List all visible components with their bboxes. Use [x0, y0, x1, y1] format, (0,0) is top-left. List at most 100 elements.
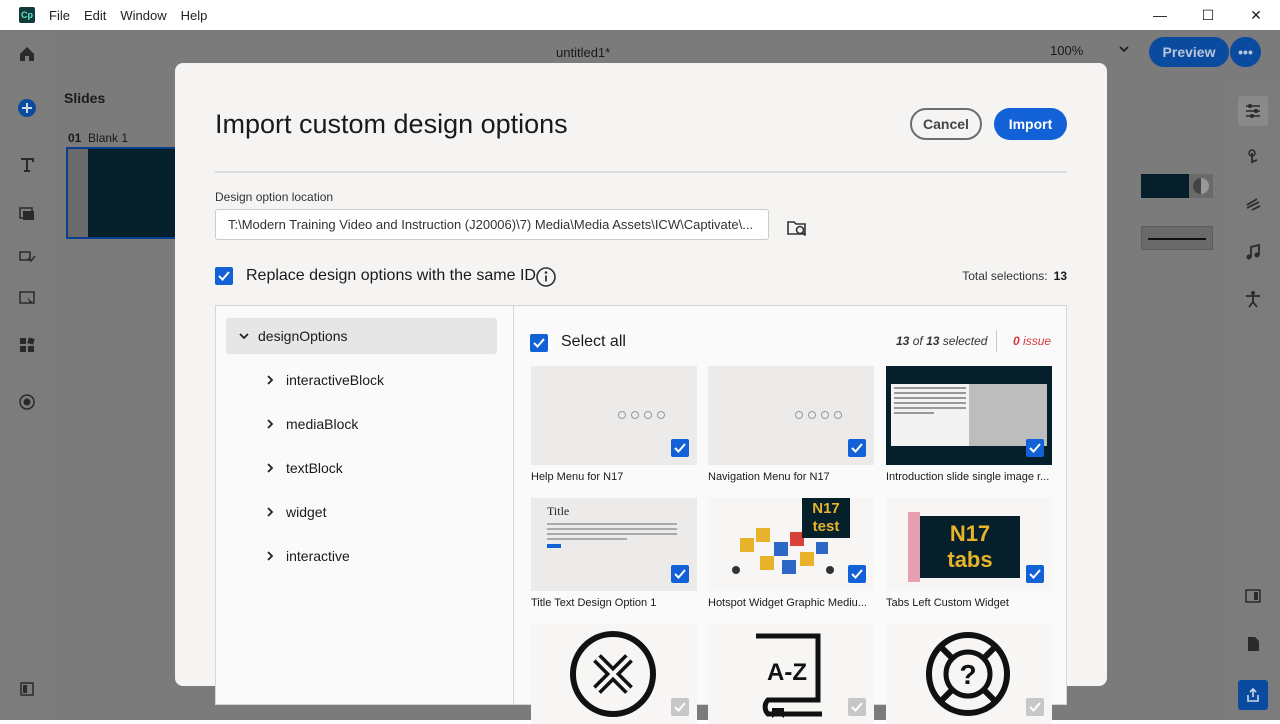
maximize-button[interactable]: ☐ [1184, 0, 1232, 30]
select-all-checkbox[interactable] [530, 334, 548, 352]
badge-line-2: test [812, 518, 840, 535]
text-icon[interactable] [16, 154, 38, 176]
card-checkbox[interactable] [848, 439, 866, 457]
tree-item-interactive[interactable]: interactive [262, 546, 350, 566]
menu-dots [795, 411, 842, 419]
zoom-level[interactable]: 100% [1050, 43, 1083, 58]
more-options-button[interactable]: ••• [1230, 37, 1261, 67]
stroke-style-picker[interactable] [1141, 226, 1213, 250]
info-icon[interactable] [535, 266, 557, 288]
card-caption: Introduction slide single image r... [886, 471, 1050, 483]
select-all-label: Select all [561, 333, 626, 350]
slide-thumb-label: 01 Blank 1 [68, 131, 128, 145]
card-thumbnail [708, 366, 874, 465]
widget-icon[interactable] [16, 287, 38, 309]
design-card[interactable]: Help Menu for N17 [531, 366, 697, 483]
selected-of: of [912, 334, 923, 348]
total-label: Total selections: [962, 269, 1048, 283]
interactions-touch-icon[interactable] [1242, 146, 1264, 168]
media-icon[interactable] [16, 202, 38, 224]
chevron-right-icon[interactable] [262, 460, 278, 476]
design-card[interactable] [531, 624, 697, 724]
thumb-title: Title [547, 504, 570, 518]
chevron-right-icon[interactable] [262, 504, 278, 520]
assets-icon[interactable] [16, 334, 38, 356]
card-checkbox[interactable] [848, 565, 866, 583]
n17-test-badge: N17 test [802, 498, 850, 538]
replace-checkbox[interactable] [215, 267, 233, 285]
issue-count[interactable]: 0 issue [1013, 334, 1051, 348]
card-checkbox[interactable] [848, 698, 866, 716]
card-caption: Navigation Menu for N17 [708, 471, 830, 483]
badge-line-2: tabs [947, 547, 993, 572]
browse-folder-icon[interactable] [786, 217, 808, 239]
issue-label: issue [1023, 334, 1052, 348]
design-card[interactable]: ? [886, 624, 1052, 724]
properties-icon[interactable] [1238, 96, 1268, 126]
slide-number: 01 [68, 131, 82, 145]
home-icon[interactable] [16, 43, 38, 65]
dialog-title: Import custom design options [215, 109, 568, 139]
opacity-swatch[interactable] [1189, 174, 1213, 198]
chevron-down-icon[interactable] [236, 328, 252, 344]
chevron-right-icon[interactable] [262, 372, 278, 388]
menu-help[interactable]: Help [181, 8, 208, 23]
total-selections: Total selections: 13 [962, 269, 1067, 283]
location-field[interactable]: T:\Modern Training Video and Instruction… [215, 209, 769, 240]
right-toolbar [1228, 80, 1278, 720]
menu-bar: File Edit Window Help [49, 8, 221, 23]
slide-thumbnail[interactable] [66, 147, 186, 239]
animation-icon[interactable] [1242, 193, 1264, 215]
tree-root-designoptions[interactable]: designOptions [226, 318, 497, 354]
document-title: untitled1* [556, 45, 611, 60]
slide-layout-icon[interactable] [1242, 585, 1264, 607]
minimize-button[interactable]: — [1136, 0, 1184, 30]
record-icon[interactable] [16, 391, 38, 413]
svg-text:?: ? [959, 659, 976, 690]
tree-item-interactiveblock[interactable]: interactiveBlock [262, 370, 384, 390]
slides-panel-title: Slides [64, 90, 106, 106]
card-thumbnail: ? [886, 624, 1052, 724]
menu-window[interactable]: Window [120, 8, 166, 23]
card-checkbox[interactable] [1026, 439, 1044, 457]
fill-color-swatch[interactable] [1141, 174, 1189, 198]
audio-icon[interactable] [1242, 241, 1264, 263]
tree-item-widget[interactable]: widget [262, 502, 326, 522]
menu-file[interactable]: File [49, 8, 70, 23]
design-card[interactable]: Title Title Text Design Option 1 [531, 498, 697, 609]
tree-item-textblock[interactable]: textBlock [262, 458, 343, 478]
card-checkbox[interactable] [671, 698, 689, 716]
selected-total: 13 [926, 334, 940, 348]
interaction-icon[interactable] [16, 244, 38, 266]
import-button[interactable]: Import [994, 108, 1067, 140]
zoom-chevron-icon[interactable] [1118, 43, 1130, 58]
count-separator [996, 330, 997, 352]
thumb-body-lines [547, 520, 677, 548]
panel-toggle-icon[interactable] [16, 678, 38, 700]
design-card[interactable]: Navigation Menu for N17 [708, 366, 874, 483]
selected-count: 13 of 13 selected [896, 334, 987, 348]
design-card[interactable]: A-Z [708, 624, 874, 724]
add-icon[interactable] [16, 97, 38, 119]
card-checkbox[interactable] [1026, 698, 1044, 716]
document-icon[interactable] [1242, 633, 1264, 655]
card-checkbox[interactable] [1026, 565, 1044, 583]
design-card[interactable]: N17 test Hotspot Widget Graphic Mediu... [708, 498, 874, 609]
chevron-right-icon[interactable] [262, 548, 278, 564]
accessibility-icon[interactable] [1242, 288, 1264, 310]
preview-button[interactable]: Preview [1149, 37, 1229, 67]
card-checkbox[interactable] [671, 439, 689, 457]
design-options-panel: designOptions interactiveBlock mediaBloc… [215, 305, 1067, 724]
menu-edit[interactable]: Edit [84, 8, 106, 23]
close-window-button[interactable]: ✕ [1232, 0, 1280, 30]
design-card[interactable]: Introduction slide single image r... [886, 366, 1052, 483]
publish-share-icon[interactable] [1238, 680, 1268, 710]
tree-item-mediablock[interactable]: mediaBlock [262, 414, 358, 434]
thumb-image-panel [969, 384, 1047, 446]
card-thumbnail [531, 624, 697, 724]
cancel-button[interactable]: Cancel [910, 108, 982, 140]
design-options-tree: designOptions interactiveBlock mediaBloc… [216, 306, 514, 704]
chevron-right-icon[interactable] [262, 416, 278, 432]
card-checkbox[interactable] [671, 565, 689, 583]
design-card[interactable]: N17 tabs Tabs Left Custom Widget [886, 498, 1052, 609]
